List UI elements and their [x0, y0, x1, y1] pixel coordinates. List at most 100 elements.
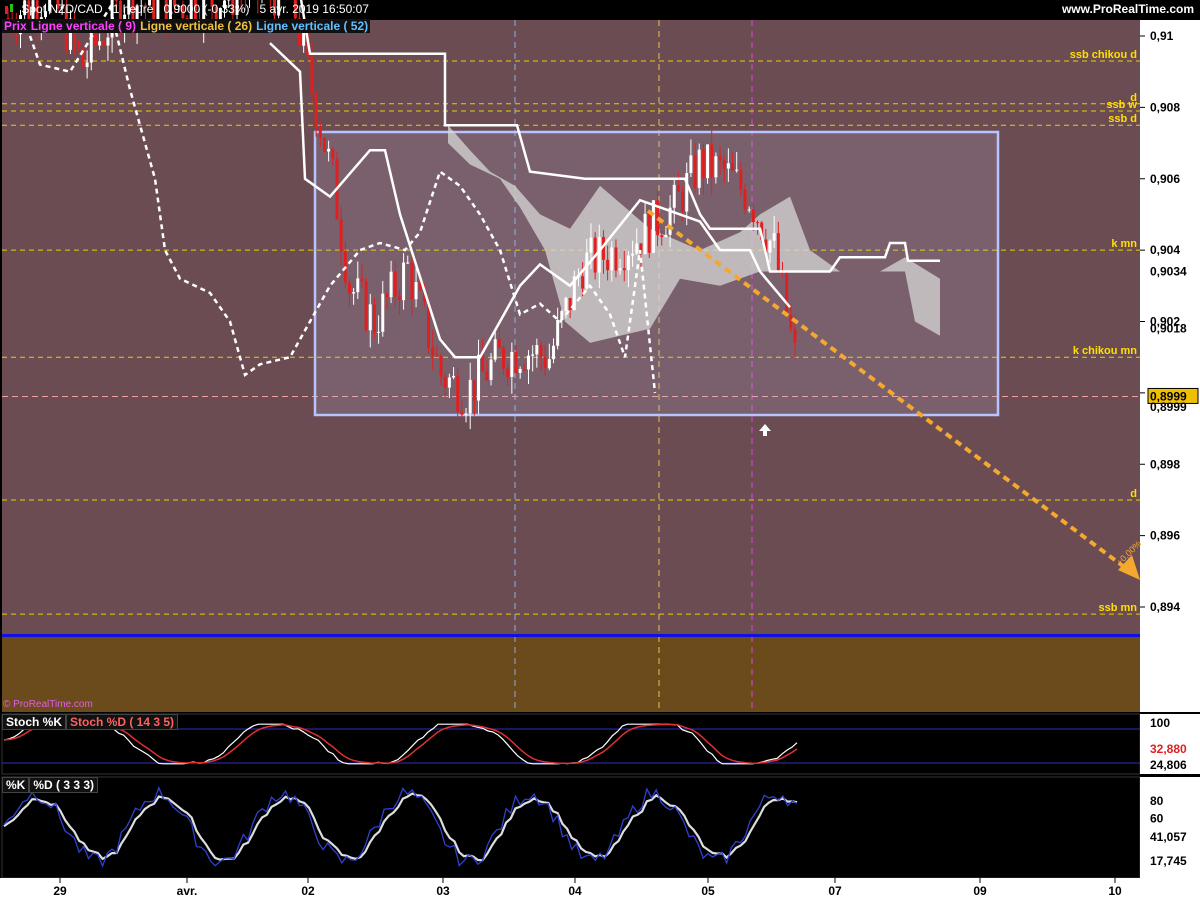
chart-area[interactable]: ssb chikou ddssb wssb dk mnk chikou mnds…	[0, 0, 1200, 900]
candle-body	[510, 351, 514, 377]
y-tick-label: 0,894	[1150, 600, 1180, 614]
candle-body	[543, 356, 547, 369]
candle-body	[389, 271, 393, 298]
candle-body	[743, 189, 747, 210]
candle-body	[502, 348, 506, 369]
legend-line-26[interactable]: Ligne verticale ( 26)	[138, 19, 255, 33]
candle-body	[472, 379, 476, 401]
candle-body	[714, 156, 718, 178]
candle-body	[431, 347, 435, 356]
candle-body	[464, 413, 468, 415]
candle-body	[551, 345, 555, 360]
candle-body	[527, 355, 531, 370]
x-tick-label: 07	[828, 884, 842, 898]
candle-body	[435, 355, 439, 357]
candle-body	[77, 41, 81, 48]
candle-body	[585, 252, 589, 289]
candle-body	[610, 247, 614, 271]
candle-body	[485, 371, 489, 381]
candle-body	[356, 278, 360, 293]
candle-body	[102, 41, 106, 46]
price-legend: Prix Ligne verticale ( 9) Ligne verticale …	[2, 19, 371, 33]
candle-body	[539, 345, 543, 357]
candle-body	[302, 31, 306, 46]
level-label: ssb mn	[1098, 602, 1137, 614]
kd-k-value: 41,057	[1150, 830, 1187, 844]
candle-body	[693, 155, 697, 188]
candle-body	[564, 297, 568, 311]
candle-body	[701, 149, 705, 179]
candle-body	[531, 354, 535, 356]
level-label: d	[1130, 488, 1137, 500]
candle-body	[768, 240, 772, 253]
lower-band-background	[2, 636, 1140, 712]
x-tick-label: 03	[436, 884, 450, 898]
y-tick-label: 0,896	[1150, 529, 1180, 543]
legend-k[interactable]: %K	[2, 777, 30, 793]
candle-body	[514, 351, 518, 373]
legend-prix[interactable]: Prix	[2, 19, 29, 33]
candle-body	[98, 41, 102, 46]
stoch-tick-label: 100	[1150, 716, 1170, 730]
legend-stoch-d[interactable]: Stoch %D ( 14 3 5)	[66, 714, 179, 730]
kd-tick-label: 60	[1150, 812, 1164, 826]
stoch-d-value: 24,806	[1150, 758, 1187, 772]
candle-body	[664, 234, 668, 238]
y-tick-label: 0,91	[1150, 29, 1174, 43]
candle-body	[751, 209, 755, 223]
candle-body	[739, 169, 743, 190]
candle-body	[660, 235, 664, 238]
candle-body	[447, 377, 451, 388]
candle-body	[581, 276, 585, 289]
candle-body	[452, 375, 456, 378]
legend-d[interactable]: %D ( 3 3 3)	[29, 777, 99, 793]
candle-body	[697, 149, 701, 188]
candle-body	[635, 243, 639, 254]
candle-body	[547, 359, 551, 369]
candle-body	[372, 304, 376, 333]
candle-body	[414, 282, 418, 300]
candle-body	[718, 156, 722, 161]
x-tick-label: 04	[568, 884, 582, 898]
candle-body	[310, 55, 314, 94]
candle-body	[506, 368, 510, 377]
copyright: © ProRealTime.com	[3, 699, 93, 710]
candle-body	[352, 292, 356, 294]
candle-body	[643, 213, 647, 255]
candle-body	[397, 296, 401, 301]
price-change: 0,9000 (-0,33%)	[163, 2, 250, 16]
candle-body	[477, 354, 481, 401]
legend-line-52[interactable]: Ligne verticale ( 52)	[254, 19, 371, 33]
y-tick-label: 0,908	[1150, 100, 1180, 114]
candle-body	[756, 222, 760, 224]
candle-body	[747, 209, 751, 211]
candle-body	[726, 163, 730, 169]
datetime: 5 avr. 2019 16:50:07	[259, 2, 369, 16]
candle-body	[385, 293, 389, 298]
candle-body	[322, 137, 326, 152]
level-label: ssb w	[1106, 99, 1137, 111]
candle-body	[381, 293, 385, 332]
candle-body	[706, 144, 710, 179]
candle-body	[106, 37, 110, 46]
candle-body	[568, 297, 572, 310]
candle-body	[468, 379, 472, 414]
legend-stoch-k[interactable]: Stoch %K	[2, 714, 67, 730]
candle-body	[793, 328, 797, 343]
candle-body	[393, 271, 397, 297]
price-tag-label: 0,8999	[1150, 400, 1187, 414]
candle-body	[597, 236, 601, 273]
level-label: k mn	[1111, 238, 1137, 250]
candle-body	[410, 262, 414, 300]
candle-body	[556, 319, 560, 346]
y-tick-label: 0,898	[1150, 457, 1180, 471]
candle-body	[651, 200, 655, 253]
candle-body	[776, 233, 780, 272]
site-link[interactable]: www.ProRealTime.com	[1062, 2, 1194, 16]
kd-tick-label: 80	[1150, 794, 1164, 808]
candle-body	[85, 62, 89, 68]
candle-body	[606, 259, 610, 271]
x-tick-label: avr.	[177, 884, 198, 898]
legend-line-9[interactable]: Ligne verticale ( 9)	[28, 19, 139, 33]
level-label: ssb chikou d	[1070, 49, 1137, 61]
